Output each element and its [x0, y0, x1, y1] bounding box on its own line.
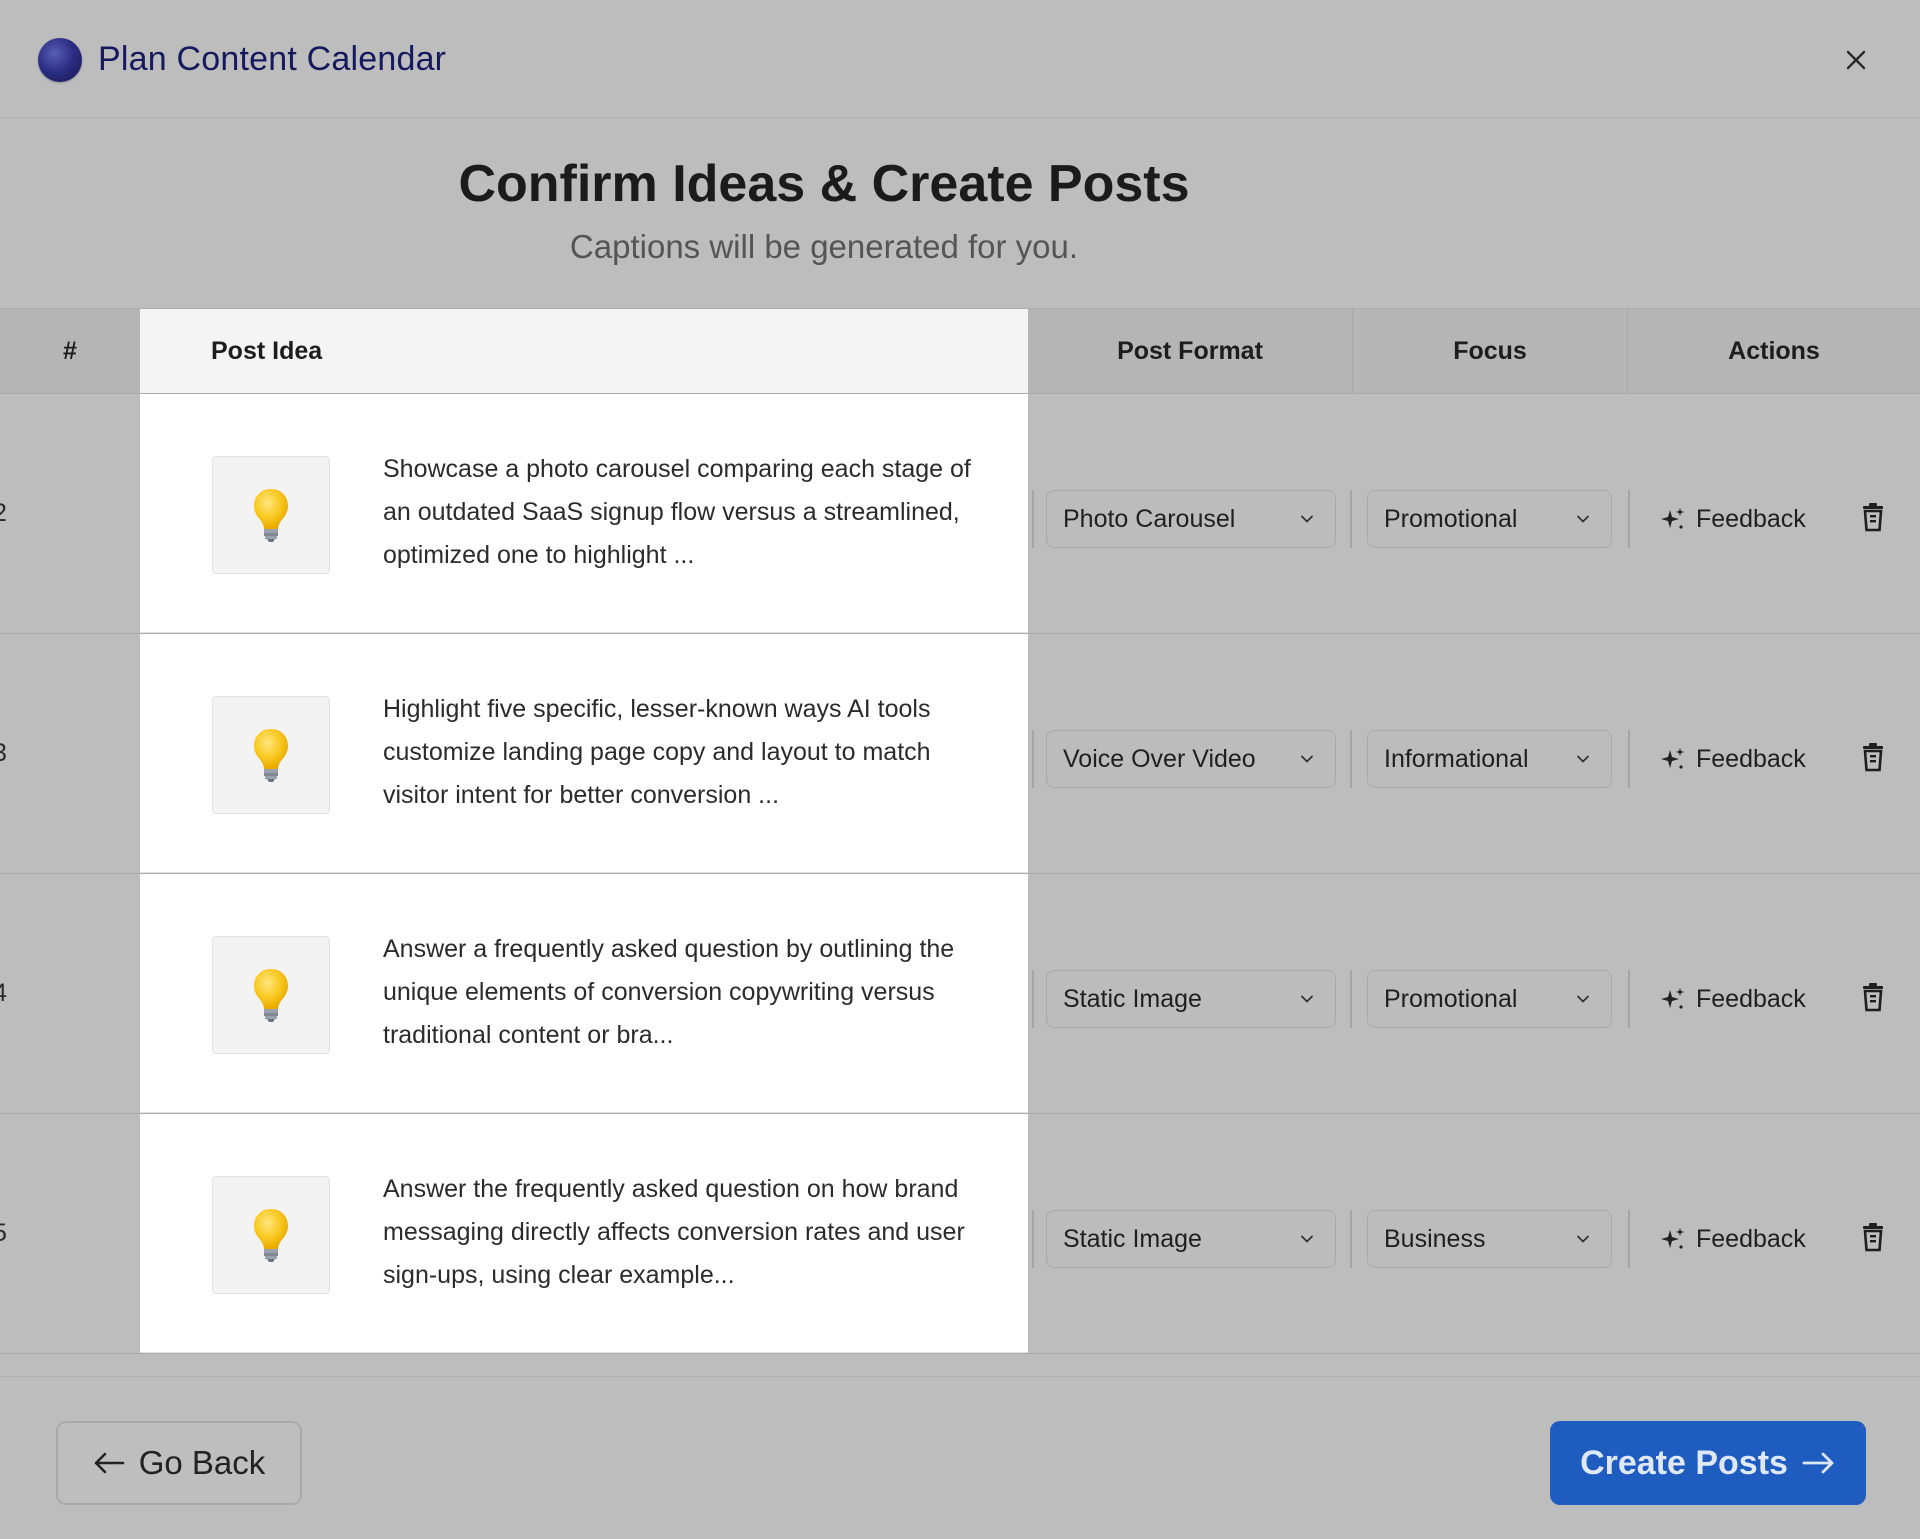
- lightbulb-icon: [254, 1209, 288, 1262]
- column-divider: [1350, 490, 1352, 548]
- chevron-down-icon: [1301, 515, 1313, 523]
- post-idea-text: Answer a frequently asked question by ou…: [383, 935, 955, 1049]
- delete-button[interactable]: [1862, 742, 1884, 772]
- column-divider: [1032, 970, 1034, 1028]
- table-row: 4 Answer a frequently asked question by …: [0, 874, 1920, 1114]
- trash-icon: [1863, 743, 1883, 772]
- post-ideas-table: # Post Idea Post Format Focus Actions 2: [0, 308, 1920, 1354]
- row-number: 2: [0, 394, 196, 633]
- idea-thumbnail: [212, 1176, 330, 1294]
- column-divider: [1628, 490, 1630, 548]
- focus-select[interactable]: Promotional: [1367, 490, 1612, 548]
- column-header-actions: Actions: [1728, 336, 1820, 365]
- focus-value: Business: [1384, 1224, 1486, 1253]
- post-format-value: Photo Carousel: [1063, 504, 1236, 533]
- column-divider: [1628, 730, 1630, 788]
- page-subtitle: Captions will be generated for you.: [569, 228, 1079, 265]
- create-posts-button[interactable]: Create Posts: [1550, 1421, 1866, 1505]
- column-divider: [1350, 1210, 1352, 1268]
- arrow-right-icon: [1802, 1452, 1834, 1474]
- feedback-label: Feedback: [1696, 744, 1806, 773]
- page-title: Confirm Ideas & Create Posts: [458, 155, 1190, 213]
- focus-value: Informational: [1384, 744, 1529, 773]
- close-icon: [1846, 50, 1866, 70]
- chevron-down-icon: [1577, 755, 1589, 763]
- trash-icon: [1863, 1223, 1883, 1252]
- column-divider: [1032, 1210, 1034, 1268]
- row-number: 5: [0, 1114, 196, 1353]
- sparkle-icon: [1661, 508, 1684, 529]
- focus-select[interactable]: Business: [1367, 1210, 1612, 1268]
- feedback-button[interactable]: Feedback: [1660, 734, 1806, 784]
- column-header-post-format: Post Format: [1028, 309, 1353, 393]
- sparkle-icon: [1661, 988, 1684, 1009]
- chevron-down-icon: [1577, 515, 1589, 523]
- column-divider: [1032, 730, 1034, 788]
- sparkle-icon: [1661, 748, 1684, 769]
- column-divider: [1350, 970, 1352, 1028]
- post-format-value: Voice Over Video: [1063, 744, 1256, 773]
- feedback-button[interactable]: Feedback: [1660, 974, 1806, 1024]
- post-format-select[interactable]: Static Image: [1046, 970, 1336, 1028]
- idea-thumbnail: [212, 936, 330, 1054]
- column-divider: [1628, 1210, 1630, 1268]
- delete-button[interactable]: [1862, 502, 1884, 532]
- post-format-select[interactable]: Voice Over Video: [1046, 730, 1336, 788]
- idea-thumbnail: [212, 696, 330, 814]
- chevron-down-icon: [1577, 1235, 1589, 1243]
- close-button[interactable]: [1836, 40, 1876, 80]
- post-format-select[interactable]: Photo Carousel: [1046, 490, 1336, 548]
- column-header-focus: Focus: [1353, 309, 1628, 393]
- idea-thumbnail: [212, 456, 330, 574]
- focus-select[interactable]: Informational: [1367, 730, 1612, 788]
- column-divider: [1350, 730, 1352, 788]
- chevron-down-icon: [1301, 1235, 1313, 1243]
- table-row: 5 Answer the frequently asked question o…: [0, 1114, 1920, 1354]
- delete-button[interactable]: [1862, 982, 1884, 1012]
- feedback-label: Feedback: [1696, 1224, 1806, 1253]
- feedback-label: Feedback: [1696, 984, 1806, 1013]
- column-header-number: #: [63, 336, 77, 365]
- arrow-left-icon: [94, 1452, 125, 1474]
- go-back-button[interactable]: Go Back: [56, 1421, 302, 1505]
- post-idea-text: Highlight five specific, lesser-known wa…: [383, 695, 931, 809]
- post-idea-text: Showcase a photo carousel comparing each…: [383, 455, 971, 569]
- column-header-post-idea: Post Idea: [140, 309, 1028, 393]
- chevron-down-icon: [1301, 995, 1313, 1003]
- sparkle-icon: [1661, 1228, 1684, 1249]
- table-row: 3 Highlight five specific, lesser-known …: [0, 634, 1920, 874]
- column-divider: [1032, 490, 1034, 548]
- chevron-down-icon: [1577, 995, 1589, 1003]
- dialog-header: Plan Content Calendar: [0, 0, 1920, 118]
- delete-button[interactable]: [1862, 1222, 1884, 1252]
- lightbulb-icon: [254, 969, 288, 1022]
- post-format-value: Static Image: [1063, 984, 1202, 1013]
- lightbulb-icon: [254, 489, 288, 542]
- feedback-button[interactable]: Feedback: [1660, 1214, 1806, 1264]
- globe-logo-icon: [38, 38, 82, 82]
- row-number: 3: [0, 634, 196, 873]
- table-header: # Post Idea Post Format Focus Actions: [0, 308, 1920, 394]
- dialog-footer: Go Back Create Posts: [0, 1376, 1920, 1539]
- feedback-label: Feedback: [1696, 504, 1806, 533]
- table-row: 2 Showcase a photo carousel comparing ea…: [0, 394, 1920, 634]
- lightbulb-icon: [254, 729, 288, 782]
- column-divider: [1628, 970, 1630, 1028]
- focus-value: Promotional: [1384, 504, 1518, 533]
- post-format-value: Static Image: [1063, 1224, 1202, 1253]
- focus-select[interactable]: Promotional: [1367, 970, 1612, 1028]
- trash-icon: [1863, 503, 1883, 532]
- chevron-down-icon: [1301, 755, 1313, 763]
- trash-icon: [1863, 983, 1883, 1012]
- create-posts-label: Create Posts: [1580, 1443, 1788, 1482]
- feedback-button[interactable]: Feedback: [1660, 494, 1806, 544]
- go-back-label: Go Back: [138, 1444, 266, 1481]
- row-number: 4: [0, 874, 196, 1113]
- dialog-title: Plan Content Calendar: [98, 40, 447, 78]
- focus-value: Promotional: [1384, 984, 1518, 1013]
- post-idea-text: Answer the frequently asked question on …: [383, 1175, 965, 1289]
- post-format-select[interactable]: Static Image: [1046, 1210, 1336, 1268]
